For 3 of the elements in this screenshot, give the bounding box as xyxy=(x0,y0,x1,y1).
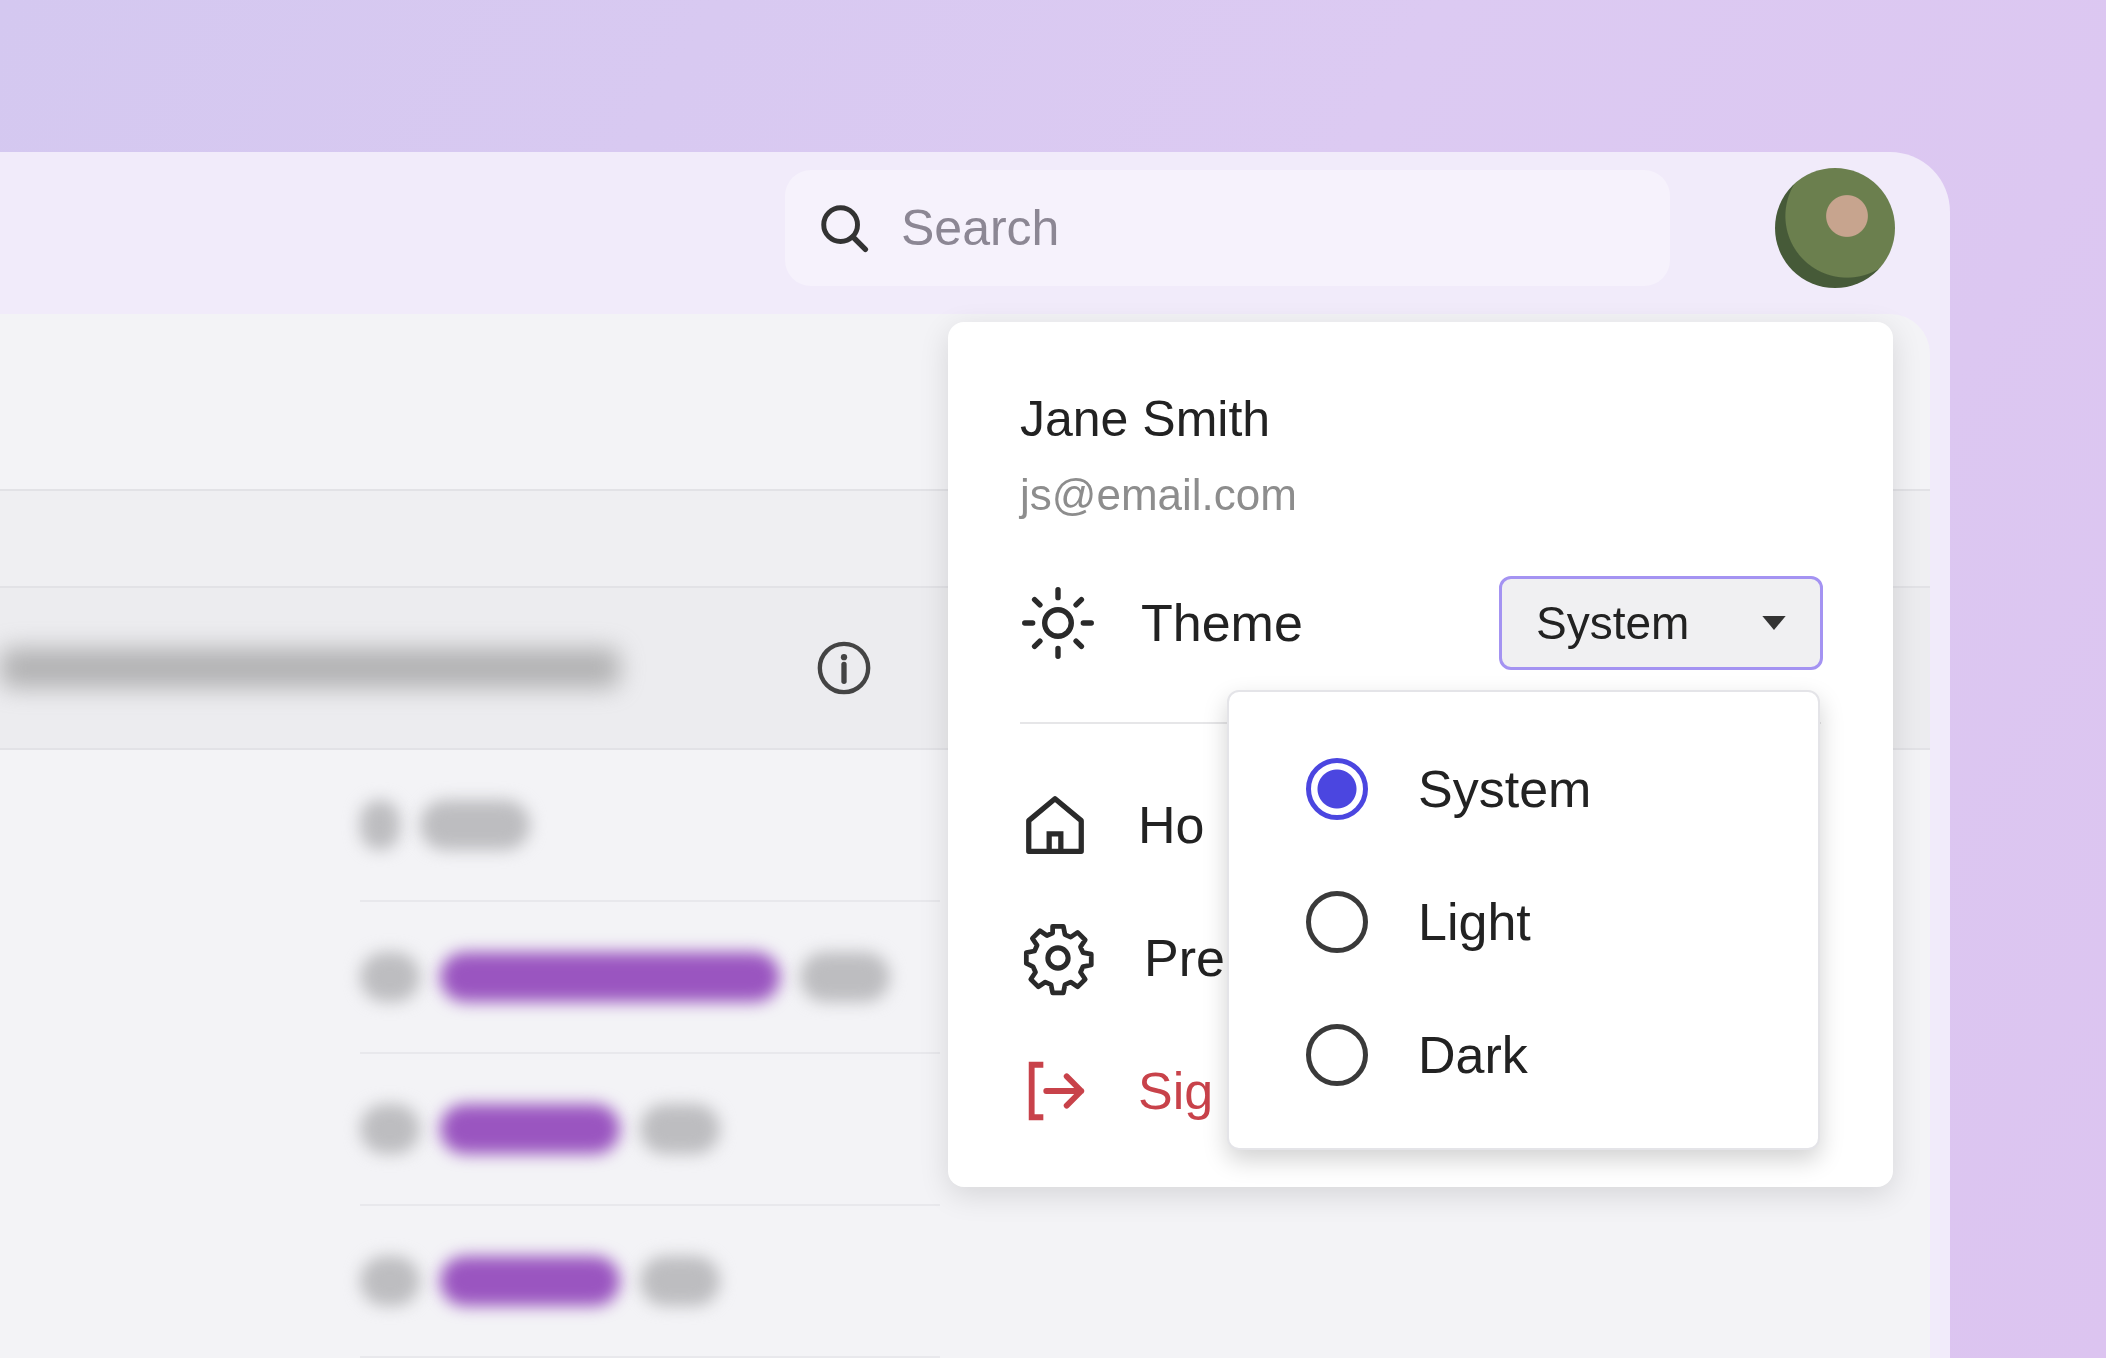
theme-label: Theme xyxy=(1141,593,1304,653)
user-name: Jane Smith xyxy=(1020,390,1272,448)
user-email: js@email.com xyxy=(1020,470,1298,520)
